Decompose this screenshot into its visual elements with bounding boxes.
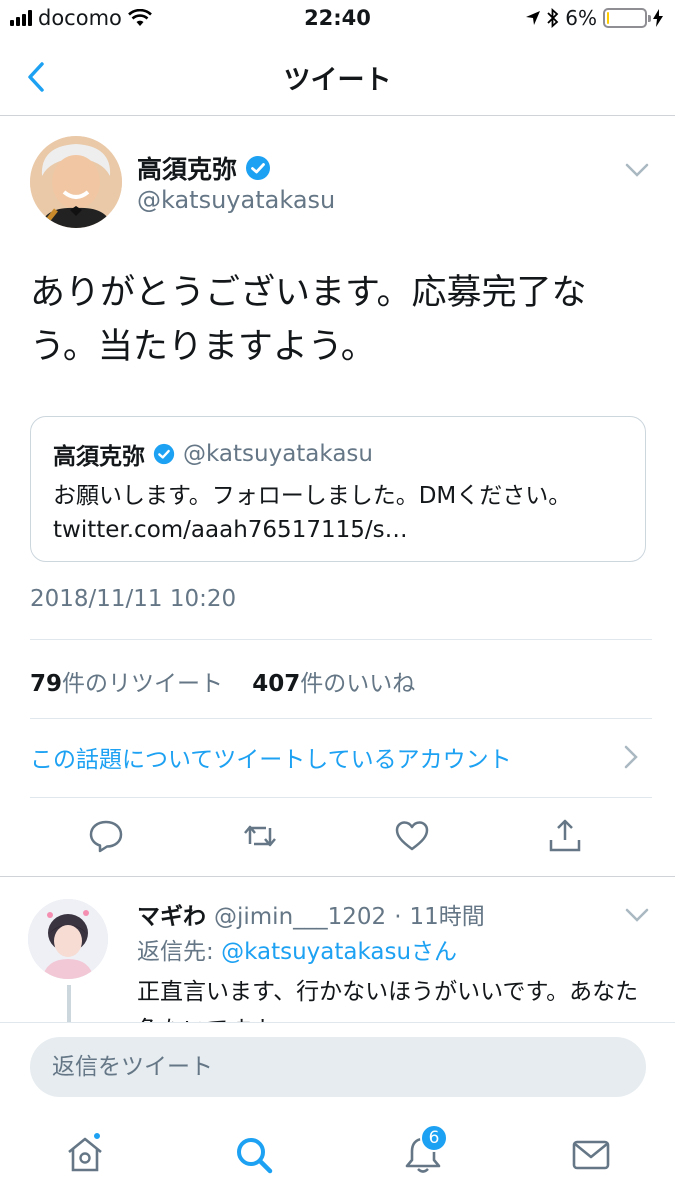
quoted-tweet-text: お願いします。フォローしました。DMください。 twitter.com/aaah… — [53, 483, 572, 543]
reply-to-mention[interactable]: @katsuyatakasu — [221, 939, 411, 965]
quoted-author-name: 高須克弥 — [53, 444, 145, 470]
status-right: 6% — [525, 6, 663, 30]
battery-icon — [603, 8, 651, 28]
page-title: ツイート — [283, 65, 392, 96]
tab-bar: 6 — [0, 1110, 675, 1200]
author-handle[interactable]: @katsuyatakasu — [137, 186, 335, 214]
reply-to-suffix: さん — [411, 939, 458, 965]
main-tweet: 高須克弥 @katsuyatakasu ありがとうございます。応募完了なう。当た… — [0, 116, 675, 876]
retweet-icon[interactable] — [242, 818, 278, 854]
reply-input[interactable] — [30, 1037, 646, 1097]
avatar-portrait-icon — [30, 136, 122, 228]
verified-badge-icon — [246, 156, 271, 180]
quoted-tweet[interactable]: 高須克弥 @katsuyatakasu お願いします。フォローしました。DMくだ… — [30, 416, 646, 562]
chevron-right-icon[interactable] — [623, 744, 639, 770]
separator-dot: · — [394, 904, 402, 930]
tab-messages[interactable] — [570, 1134, 612, 1176]
thread-connector — [67, 985, 71, 1022]
topic-accounts-link[interactable]: この話題についてツイートしているアカウント — [30, 740, 512, 774]
reply-header: マギわ @jimin___1202 · 11時間 — [137, 897, 485, 931]
like-label: 件のいいね — [300, 671, 416, 697]
reply-author-name[interactable]: マギわ — [137, 897, 206, 931]
divider — [30, 639, 652, 640]
retweet-count: 79 — [30, 671, 63, 697]
bluetooth-icon — [547, 8, 559, 28]
reply-to-line: 返信先: @katsuyatakasuさん — [137, 932, 457, 966]
home-icon — [68, 1137, 102, 1172]
charging-icon — [653, 9, 663, 27]
tweet-text: ありがとうございます。応募完了なう。当たりますよう。 — [30, 273, 587, 367]
search-icon — [237, 1138, 273, 1174]
divider — [30, 797, 652, 798]
like-heart-icon[interactable] — [394, 818, 430, 854]
engagement-stats: 79件のリツイート 407件のいいね — [30, 664, 415, 698]
author-name[interactable]: 高須克弥 — [137, 150, 237, 186]
tab-notifications[interactable]: 6 — [402, 1124, 448, 1176]
new-content-dot — [92, 1131, 102, 1141]
reply-author-avatar[interactable] — [28, 899, 108, 979]
verified-badge-icon — [153, 443, 175, 465]
chevron-down-icon[interactable] — [625, 907, 649, 923]
battery-percent: 6% — [565, 6, 597, 30]
reply-time: 11時間 — [409, 904, 485, 930]
notifications-badge: 6 — [420, 1124, 448, 1152]
chevron-down-icon[interactable] — [625, 162, 649, 178]
author-name-row[interactable]: 高須克弥 — [137, 150, 271, 186]
navigation-bar: ツイート — [0, 38, 675, 116]
reply-icon[interactable] — [88, 818, 124, 854]
reply-author-handle[interactable]: @jimin___1202 — [214, 904, 386, 930]
share-icon[interactable] — [547, 818, 583, 854]
quoted-tweet-header: 高須克弥 @katsuyatakasu — [53, 437, 373, 471]
reply-tweet[interactable]: マギわ @jimin___1202 · 11時間 返信先: @katsuyata… — [0, 877, 675, 1022]
avatar-portrait-icon — [28, 899, 108, 979]
tweet-actions — [0, 812, 675, 860]
retweet-stat[interactable]: 79件のリツイート — [30, 671, 223, 697]
like-count: 407 — [252, 671, 301, 697]
location-icon — [526, 11, 541, 25]
mail-icon — [572, 1140, 610, 1170]
quoted-author-handle: @katsuyatakasu — [183, 441, 373, 467]
reply-composer — [0, 1022, 675, 1110]
tab-search[interactable] — [233, 1134, 275, 1176]
author-avatar[interactable] — [30, 136, 122, 228]
tab-home[interactable] — [64, 1131, 106, 1176]
retweet-label: 件のリツイート — [62, 671, 224, 697]
reply-to-label: 返信先: — [137, 939, 214, 965]
status-bar: docomo 22:40 6% — [0, 0, 675, 38]
divider — [30, 718, 652, 719]
like-stat[interactable]: 407件のいいね — [252, 671, 415, 697]
reply-text: 正直言います、行かないほうがいいです。あなた危ないですよ — [137, 979, 639, 1022]
tweet-timestamp: 2018/11/11 10:20 — [30, 586, 237, 612]
